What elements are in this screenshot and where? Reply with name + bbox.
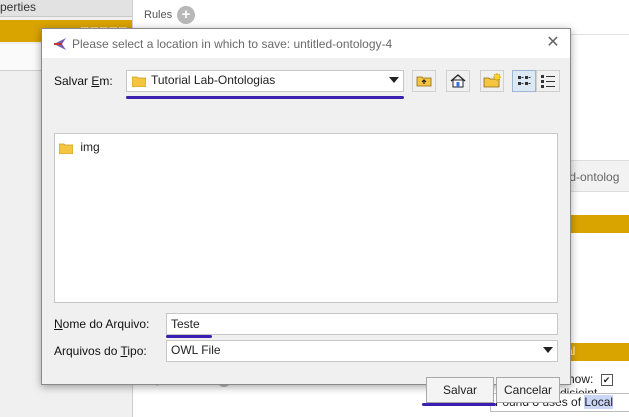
file-type-label: Arquivos do Tipo: (54, 344, 147, 358)
annotation-underline (126, 96, 404, 99)
annotation-underline (166, 335, 212, 338)
file-name-input[interactable]: Teste (166, 313, 558, 335)
new-folder-button[interactable] (480, 70, 504, 92)
folder-up-icon (416, 76, 432, 87)
protege-logo-icon (54, 38, 66, 50)
file-name-label: Nome do Arquivo: (54, 317, 150, 331)
chevron-down-icon (543, 347, 553, 353)
dialog-title: Please select a location in which to sav… (72, 37, 393, 51)
list-view-icon (518, 76, 531, 85)
home-button[interactable] (446, 70, 470, 92)
details-view-button[interactable] (536, 70, 560, 92)
chevron-down-icon (389, 77, 399, 83)
annotation-underline (422, 403, 496, 406)
save-dialog: Please select a location in which to sav… (41, 28, 571, 406)
file-item-label: img (80, 140, 100, 154)
file-type-value: OWL File (171, 343, 221, 357)
save-in-label: Salvar Em: (54, 74, 113, 88)
rules-label: Rules (144, 9, 173, 21)
new-folder-icon (483, 72, 502, 88)
folder-up-button[interactable] (412, 70, 436, 92)
save-button[interactable]: Salvar (426, 377, 494, 403)
file-item-img[interactable]: img (59, 140, 100, 154)
properties-tab[interactable]: perties (0, 0, 132, 17)
disjoint-checkbox[interactable]: ✔ (600, 373, 613, 386)
close-icon[interactable]: ✕ (542, 33, 564, 53)
file-name-value: Teste (171, 317, 200, 331)
found-uses-highlight: Local (584, 395, 614, 409)
details-view-icon (541, 75, 555, 88)
folder-icon (132, 76, 146, 87)
properties-tab-label: perties (0, 0, 37, 14)
file-type-dropdown[interactable]: OWL File (166, 340, 558, 362)
file-list[interactable]: img (54, 133, 558, 303)
folder-icon (59, 143, 73, 154)
save-in-value: Tutorial Lab-Ontologias (151, 73, 276, 87)
cancel-button[interactable]: Cancelar (496, 377, 560, 403)
dialog-titlebar: Please select a location in which to sav… (42, 29, 570, 58)
home-icon (450, 74, 466, 88)
dialog-body: Salvar Em: Tutorial Lab-Ontologias img N… (42, 58, 570, 406)
add-rule-plus-icon[interactable]: + (177, 6, 195, 24)
save-in-dropdown[interactable]: Tutorial Lab-Ontologias (126, 70, 404, 92)
list-view-button[interactable] (512, 70, 536, 92)
